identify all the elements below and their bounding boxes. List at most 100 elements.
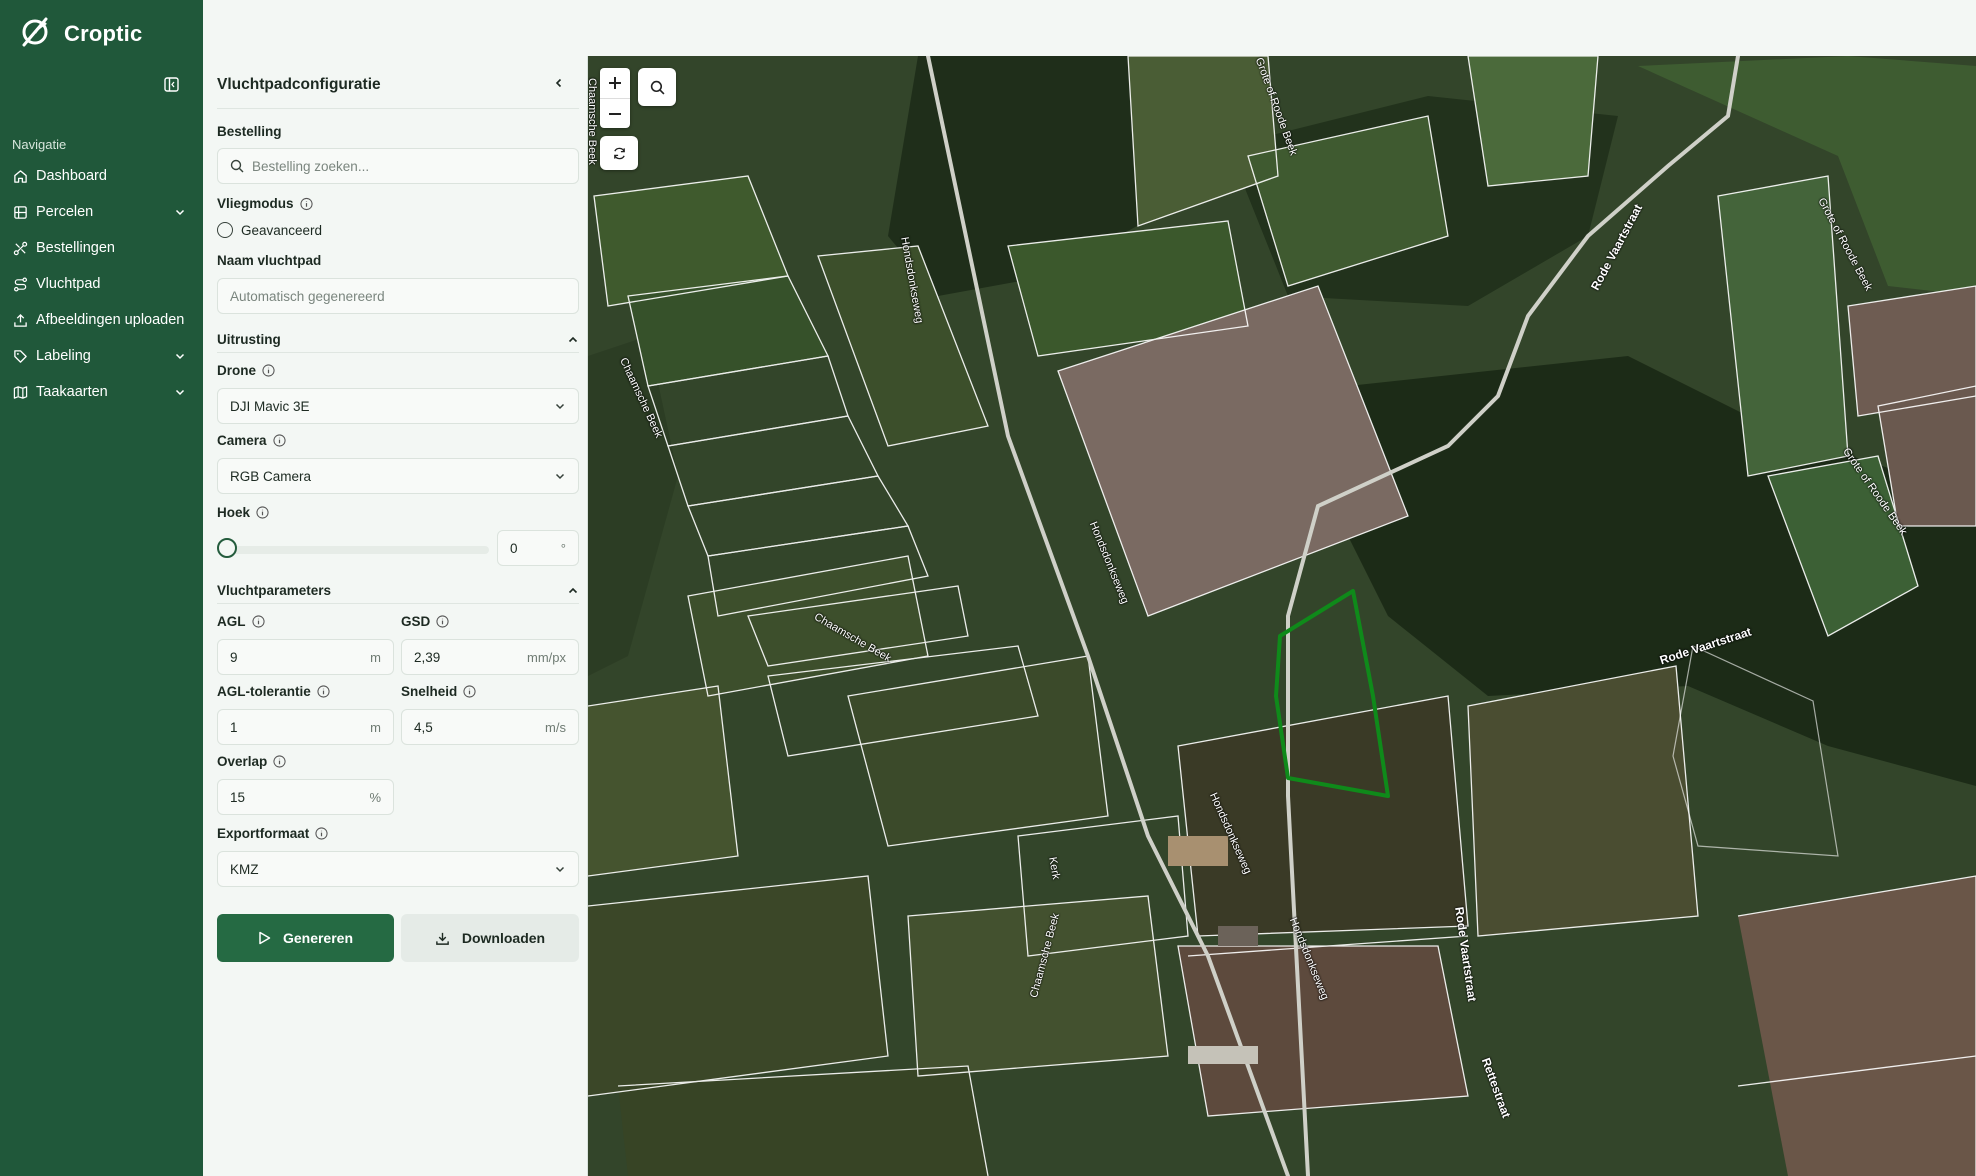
- order-label: Bestelling: [217, 124, 282, 139]
- sidebar-item-vluchtpad[interactable]: Vluchtpad: [0, 266, 203, 302]
- search-icon: [650, 80, 665, 95]
- map-refresh-button[interactable]: [600, 136, 638, 170]
- sidebar-item-dashboard[interactable]: Dashboard: [0, 158, 203, 194]
- flymode-advanced-radio[interactable]: Geavanceerd: [217, 222, 322, 238]
- flight-params-section-title: Vluchtparameters: [217, 583, 332, 598]
- drone-select[interactable]: DJI Mavic 3E: [217, 388, 579, 424]
- info-icon[interactable]: [273, 755, 286, 768]
- speed-value: 4,5: [414, 719, 433, 735]
- angle-unit: °: [560, 540, 566, 556]
- equipment-section-header[interactable]: Uitrusting: [217, 332, 579, 347]
- plus-icon: [608, 76, 622, 90]
- overlap-input[interactable]: 15 %: [217, 779, 394, 815]
- sidebar-item-label: Bestellingen: [36, 240, 115, 256]
- angle-slider-track[interactable]: [225, 546, 489, 554]
- chevron-down-icon: [173, 205, 187, 219]
- agl-tolerance-value: 1: [230, 719, 238, 735]
- download-icon: [435, 931, 450, 946]
- order-search-input[interactable]: [217, 148, 579, 184]
- speed-label-text: Snelheid: [401, 684, 458, 699]
- street-label: Chaamsche Beek: [588, 78, 598, 165]
- sidebar-item-bestellingen[interactable]: Bestellingen: [0, 230, 203, 266]
- export-format-label-text: Exportformaat: [217, 826, 310, 841]
- export-format-select[interactable]: KMZ: [217, 851, 579, 887]
- speed-label: Snelheid: [401, 684, 476, 699]
- download-button[interactable]: Downloaden: [401, 914, 579, 962]
- sidebar-item-label: Afbeeldingen uploaden: [36, 312, 185, 328]
- info-icon[interactable]: [251, 615, 265, 628]
- croptic-logo-icon: [18, 15, 52, 54]
- sidebar-item-label: Vluchtpad: [36, 276, 101, 292]
- divider: [217, 352, 579, 353]
- sidebar-item-afbeeldingen-uploaden[interactable]: Afbeeldingen uploaden: [0, 302, 203, 338]
- satellite-map[interactable]: Chaamsche Beek Chaamsche Beek Chaamsche …: [588, 56, 1976, 1176]
- brand[interactable]: Croptic: [18, 14, 142, 54]
- info-icon[interactable]: [299, 197, 313, 211]
- flightpath-name-label-text: Naam vluchtpad: [217, 253, 322, 268]
- info-icon[interactable]: [262, 364, 275, 377]
- gsd-label: GSD: [401, 614, 449, 629]
- camera-select[interactable]: RGB Camera: [217, 458, 579, 494]
- speed-unit: m/s: [545, 719, 566, 735]
- download-button-label: Downloaden: [461, 930, 546, 946]
- chevron-down-icon: [554, 400, 566, 412]
- angle-label: Hoek: [217, 505, 269, 520]
- info-icon[interactable]: [436, 615, 449, 628]
- flight-params-section-header[interactable]: Vluchtparameters: [217, 583, 579, 598]
- overlap-label-text: Overlap: [217, 754, 268, 769]
- flightpath-name-label: Naam vluchtpad: [217, 253, 321, 268]
- flightpath-name-field[interactable]: [230, 288, 566, 304]
- chevron-up-icon: [567, 334, 579, 346]
- sidebar-collapse-button[interactable]: [162, 77, 180, 97]
- flightpath-name-input[interactable]: [217, 278, 579, 314]
- sidebar-item-percelen[interactable]: Percelen: [0, 194, 203, 230]
- play-icon: [258, 931, 271, 945]
- info-icon[interactable]: [256, 506, 269, 519]
- panel-collapse-button[interactable]: [550, 76, 568, 94]
- chevron-down-icon: [173, 349, 187, 363]
- drone-label-text: Drone: [217, 363, 257, 378]
- speed-input[interactable]: 4,5 m/s: [401, 709, 579, 745]
- app-name: Croptic: [64, 21, 143, 46]
- agl-label-text: AGL: [217, 614, 246, 629]
- agl-value: 9: [230, 649, 238, 665]
- divider: [217, 108, 579, 109]
- agl-tolerance-unit: m: [370, 719, 381, 735]
- nav-list: Dashboard Percelen Bestellingen Vluchtpa…: [0, 158, 203, 410]
- sidebar-item-labeling[interactable]: Labeling: [0, 338, 203, 374]
- sidebar-item-label: Labeling: [36, 348, 91, 364]
- overlap-value: 15: [230, 789, 246, 805]
- info-icon[interactable]: [463, 685, 476, 698]
- divider: [217, 603, 579, 604]
- camera-label: Camera: [217, 433, 286, 448]
- search-icon: [230, 159, 244, 173]
- info-icon[interactable]: [315, 827, 328, 840]
- drone-label: Drone: [217, 363, 275, 378]
- refresh-icon: [612, 146, 627, 161]
- gsd-value: 2,39: [414, 649, 441, 665]
- gsd-input[interactable]: 2,39 mm/px: [401, 639, 579, 675]
- export-format-label: Exportformaat: [217, 826, 328, 841]
- zoom-in-button[interactable]: [600, 68, 630, 98]
- sidebar-item-taakaarten[interactable]: Taakaarten: [0, 374, 203, 410]
- chevron-down-icon: [173, 385, 187, 399]
- angle-input[interactable]: 0 °: [497, 530, 579, 566]
- minus-icon: [608, 107, 622, 121]
- order-label-text: Bestelling: [217, 124, 282, 139]
- agl-tolerance-input[interactable]: 1 m: [217, 709, 394, 745]
- flymode-label-text: Vliegmodus: [217, 196, 294, 211]
- agl-tolerance-label-text: AGL-tolerantie: [217, 684, 311, 699]
- order-search-field[interactable]: [252, 158, 566, 174]
- sidebar-toggle-icon: [163, 77, 179, 97]
- map-search-button[interactable]: [638, 68, 676, 106]
- sidebar-item-label: Dashboard: [36, 168, 107, 184]
- zoom-out-button[interactable]: [600, 98, 630, 128]
- radio-circle[interactable]: [217, 222, 233, 238]
- info-icon[interactable]: [317, 685, 330, 698]
- sidebar-item-label: Percelen: [36, 204, 94, 220]
- info-icon[interactable]: [272, 434, 286, 447]
- agl-input[interactable]: 9 m: [217, 639, 394, 675]
- agl-unit: m: [370, 649, 381, 665]
- angle-slider-thumb[interactable]: [217, 538, 237, 558]
- generate-button[interactable]: Genereren: [217, 914, 394, 962]
